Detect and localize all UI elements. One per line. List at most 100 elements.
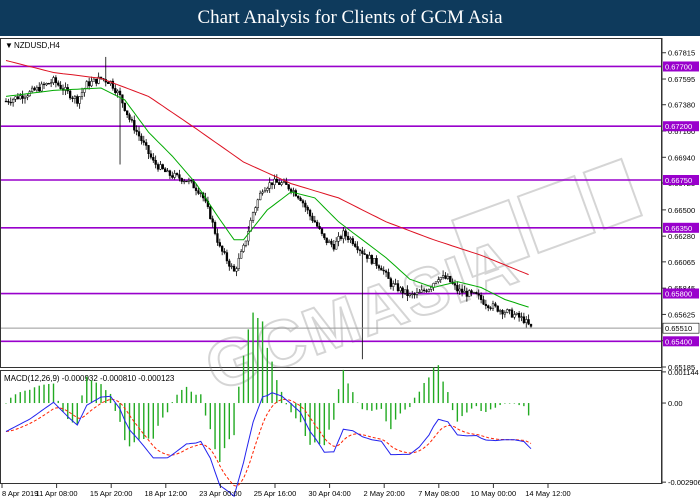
candle-body [147,145,150,154]
candle-body [218,242,221,247]
macd-histogram-bar [371,403,373,411]
macd-histogram-bar [323,403,326,446]
candle-body [418,291,421,294]
candle-body [449,275,452,283]
candle-body [463,290,466,293]
candle-body [7,100,10,103]
candle-body [401,287,404,294]
candle-body [235,268,238,272]
chart-canvas[interactable]: GCMASIA 0.678150.675950.673800.671600.66… [0,36,700,500]
candle-body [190,180,193,182]
macd-histogram-bar [385,403,387,422]
candle-body [320,228,324,234]
macd-histogram-bar [442,381,444,404]
candle-body [266,188,269,191]
candle-body [460,288,464,293]
macd-histogram-bar [43,384,45,404]
macd-histogram-bar [242,355,245,404]
candle-body [335,241,338,250]
candle-body [254,207,257,213]
current-price-label: 0.65510 [665,324,692,333]
macd-histogram-bar [195,394,197,404]
macd-histogram-bar [223,403,226,449]
macd-histogram-bar [200,394,202,404]
macd-histogram-bar [423,382,425,404]
candle-body [289,188,293,192]
candle-body [49,82,53,84]
time-tick-label: 25 Apr 16:00 [254,489,297,498]
candle-body [149,153,153,158]
time-tick-label: 11 Apr 08:00 [36,489,78,498]
price-tick-label: 0.67380 [668,101,695,110]
price-tick-label: 0.66065 [668,258,695,267]
candle-body [527,319,530,325]
candle-body [280,182,283,185]
candle-body [506,309,509,313]
candle-body [175,173,179,175]
candle-body [351,238,354,245]
time-tick-label: 14 May 12:00 [525,489,570,498]
candle-body [363,253,366,255]
candle-body [342,230,345,239]
macd-histogram-bar [138,403,140,440]
candle-body [23,96,27,99]
chart-banner-title: Chart Analysis for Clients of GCM Asia [0,0,700,36]
symbol-dropdown-icon[interactable]: ▼ [5,41,13,50]
macd-histogram-bar [428,377,430,404]
macd-histogram-bar [5,403,7,404]
candle-body [522,316,526,323]
price-tick-label: 0.66280 [668,232,695,241]
macd-histogram-bar [24,390,26,404]
candle-body [116,90,119,93]
macd-histogram-bar [409,403,411,408]
candle-body [427,289,431,292]
macd-histogram-bar [337,389,340,404]
candle-body [85,81,88,89]
macd-histogram-bar [318,403,321,445]
level-tag-label: 0.67200 [665,122,692,131]
candle-body [282,181,286,183]
time-tick-label: 7 May 08:00 [418,489,459,498]
candle-body [156,164,160,170]
candle-body [80,92,84,97]
macd-histogram-bar [90,380,93,404]
candle-body [92,78,96,82]
candle-body [183,180,186,183]
candle-body [159,164,162,170]
macd-histogram-bar [238,386,240,404]
macd-histogram-bar [485,403,487,412]
candle-body [237,257,240,269]
candle-body [287,184,290,190]
candle-body [213,222,217,234]
macd-histogram-bar [347,383,349,404]
candle-body [439,277,442,280]
candle-body [230,265,233,268]
candle-body [173,173,176,178]
level-tag-label: 0.67700 [665,62,692,71]
candle-body [520,316,523,318]
candle-body [299,197,302,201]
candle-body [297,195,300,199]
macd-histogram-bar [480,403,482,411]
macd-histogram-bar [304,403,307,437]
macd-histogram-bar [38,385,40,404]
candle-body [458,288,461,292]
candle-body [154,160,157,165]
candle-body [161,164,164,170]
level-tag-label: 0.65400 [665,337,692,346]
macd-histogram-bar [185,386,188,404]
macd-histogram-bar [10,397,12,404]
candle-body [501,310,504,315]
candle-body [232,265,236,272]
macd-histogram-bar [228,403,231,440]
candle-body [133,120,136,131]
candle-body [373,258,376,264]
level-tag-label: 0.66750 [665,176,692,185]
candle-body [403,289,407,294]
candle-body [126,110,129,116]
macd-histogram-bar [176,394,178,404]
candle-body [380,267,383,271]
macd-histogram-bar [447,392,449,404]
candle-body [472,292,476,294]
candle-body [256,199,259,208]
